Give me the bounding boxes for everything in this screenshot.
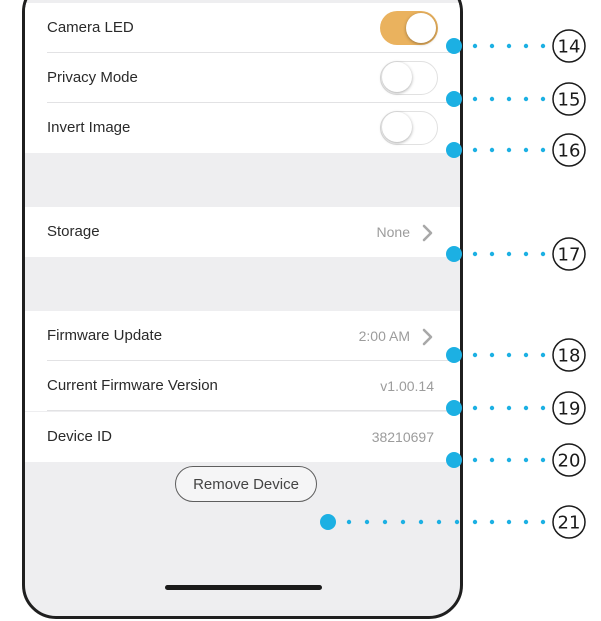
callout-anchor-dot bbox=[446, 246, 462, 262]
callout-anchor-dot bbox=[446, 400, 462, 416]
callout-number: 14 bbox=[558, 37, 581, 58]
callout-leader-dots bbox=[472, 251, 546, 257]
callout-anchor-dot bbox=[446, 347, 462, 363]
callout-leader-dots bbox=[472, 457, 546, 463]
callout-number: 20 bbox=[558, 451, 581, 472]
callout-leader-dots bbox=[472, 43, 546, 49]
callout-number: 21 bbox=[558, 513, 581, 534]
callout-number: 17 bbox=[558, 245, 581, 266]
callout-leader-dots bbox=[472, 147, 546, 153]
callout-anchor-dot bbox=[320, 514, 336, 530]
callout-leader-dots bbox=[472, 352, 546, 358]
callout-number: 19 bbox=[558, 399, 581, 420]
callout-leader-dots bbox=[346, 519, 546, 525]
callout-anchor-dot bbox=[446, 142, 462, 158]
callout-anchor-dot bbox=[446, 91, 462, 107]
callout-number: 16 bbox=[558, 141, 581, 162]
callout-leader-dots bbox=[472, 96, 546, 102]
callout-anchor-dot bbox=[446, 38, 462, 54]
callout-anchor-dot bbox=[446, 452, 462, 468]
callout-number: 18 bbox=[558, 346, 581, 367]
callout-annotations: 14 15 16 17 18 19 20 21 bbox=[320, 29, 586, 539]
callout-leader-dots bbox=[472, 405, 546, 411]
callout-number: 15 bbox=[558, 90, 581, 111]
